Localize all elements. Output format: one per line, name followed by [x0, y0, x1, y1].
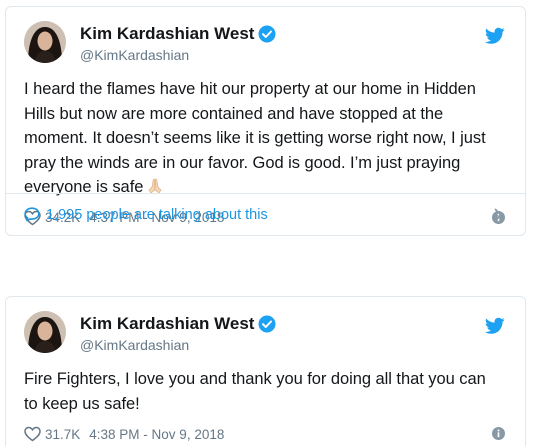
tweet-card[interactable]: Kim Kardashian West @KimKardashian I hea…: [5, 6, 526, 236]
twitter-bird-icon[interactable]: [484, 27, 505, 45]
verified-icon: [258, 315, 276, 333]
avatar[interactable]: [24, 21, 66, 63]
timestamp[interactable]: 4:38 PM - Nov 9, 2018: [89, 427, 224, 442]
handle[interactable]: @KimKardashian: [80, 335, 276, 355]
tweet-text: Fire Fighters, I love you and thank you …: [24, 367, 509, 416]
display-name[interactable]: Kim Kardashian West: [80, 24, 254, 44]
tweet-text: I heard the flames have hit our property…: [24, 77, 509, 200]
tweet-header: Kim Kardashian West @KimKardashian: [24, 311, 509, 361]
heart-icon[interactable]: [24, 426, 41, 442]
tweet-header: Kim Kardashian West @KimKardashian: [24, 21, 509, 71]
tweet-text-content: Fire Fighters, I love you and thank you …: [24, 370, 486, 413]
talking-about-link[interactable]: 1,995 people are talking about this: [6, 193, 525, 235]
tweet-text-content: I heard the flames have hit our property…: [24, 80, 486, 196]
speech-bubble-icon: [24, 207, 40, 222]
tweet-card[interactable]: Kim Kardashian West @KimKardashian Fire …: [5, 296, 526, 446]
handle[interactable]: @KimKardashian: [80, 45, 276, 65]
like-count[interactable]: 31.7K: [45, 427, 80, 442]
twitter-bird-icon[interactable]: [484, 317, 505, 335]
avatar[interactable]: [24, 311, 66, 353]
verified-icon: [258, 25, 276, 43]
talking-about-text[interactable]: 1,995 people are talking about this: [46, 207, 268, 223]
chevron-right-icon[interactable]: [494, 208, 503, 222]
tweet-meta: 31.7K 4:38 PM - Nov 9, 2018: [24, 421, 509, 447]
display-name[interactable]: Kim Kardashian West: [80, 314, 254, 334]
